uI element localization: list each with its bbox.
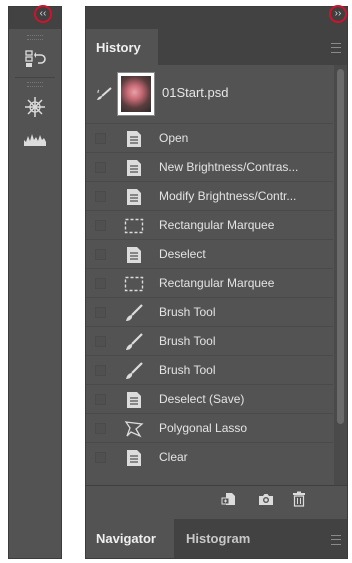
tab-histogram[interactable]: Histogram: [186, 519, 250, 558]
history-state-label: Polygonal Lasso: [159, 421, 248, 435]
document-icon: [124, 187, 144, 207]
history-brush-source-checkbox[interactable]: [95, 133, 106, 144]
rose-image: [121, 76, 151, 112]
history-brush-source-checkbox[interactable]: [95, 162, 106, 173]
history-state-label: Brush Tool: [159, 305, 216, 319]
panel-menu-icon[interactable]: [331, 43, 341, 53]
history-state-row[interactable]: Open: [86, 123, 333, 152]
snapshot-row[interactable]: 01Start.psd: [86, 65, 333, 123]
tab-history-label: History: [96, 39, 141, 55]
brush-icon: [124, 332, 144, 352]
lasso-icon: [124, 419, 144, 439]
history-state-label: Rectangular Marquee: [159, 276, 275, 290]
history-brush-source-checkbox[interactable]: [95, 394, 106, 405]
history-brush-source-checkbox[interactable]: [95, 452, 106, 463]
history-brush-source-checkbox[interactable]: [95, 249, 106, 260]
snapshot-thumbnail[interactable]: [117, 72, 155, 116]
panel-bottom-toolbar: [86, 485, 347, 512]
history-state-label: Rectangular Marquee: [159, 218, 275, 232]
history-state-label: Deselect (Save): [159, 392, 245, 406]
collapse-glyph: ‹‹: [39, 8, 47, 19]
history-brush-source-checkbox[interactable]: [95, 307, 106, 318]
history-brush-source-checkbox[interactable]: [95, 220, 106, 231]
tab-navigator[interactable]: Navigator: [86, 519, 174, 558]
history-state-row[interactable]: Brush Tool: [86, 355, 333, 384]
history-state-row[interactable]: Rectangular Marquee: [86, 268, 333, 297]
snapshot-label: 01Start.psd: [162, 85, 229, 100]
new-document-from-state-icon[interactable]: [221, 491, 237, 507]
dock-grip[interactable]: [27, 82, 43, 87]
history-state-row[interactable]: Deselect (Save): [86, 384, 333, 413]
history-state-row[interactable]: New Brightness/Contras...: [86, 152, 333, 181]
document-icon: [124, 129, 144, 149]
history-state-row[interactable]: Brush Tool: [86, 326, 333, 355]
expand-panels-icon[interactable]: ››: [329, 5, 347, 23]
histogram-icon[interactable]: [9, 125, 61, 153]
tab-navigator-label: Navigator: [96, 531, 156, 546]
history-brush-source-checkbox[interactable]: [95, 336, 106, 347]
scrollbar-thumb[interactable]: [337, 69, 344, 424]
marquee-icon: [124, 216, 144, 236]
dock-grip[interactable]: [27, 35, 43, 40]
document-icon: [124, 158, 144, 178]
history-state-label: Clear: [159, 450, 188, 464]
history-state-row[interactable]: Rectangular Marquee: [86, 210, 333, 239]
history-state-label: Open: [159, 131, 189, 145]
history-state-label: New Brightness/Contras...: [159, 160, 299, 174]
history-state-label: Brush Tool: [159, 363, 216, 377]
history-brush-source-checkbox[interactable]: [95, 365, 106, 376]
expand-glyph: ››: [334, 8, 342, 19]
history-state-row[interactable]: Polygonal Lasso: [86, 413, 333, 442]
tab-histogram-label: Histogram: [186, 531, 251, 546]
collapsed-panel-dock: [8, 6, 62, 559]
history-panel-icon[interactable]: [9, 45, 61, 73]
brush-icon: [124, 303, 144, 323]
history-state-row[interactable]: Modify Brightness/Contr...: [86, 181, 333, 210]
history-state-row[interactable]: Deselect: [86, 239, 333, 268]
tab-history[interactable]: History: [86, 29, 158, 65]
history-state-row[interactable]: Clear: [86, 442, 333, 471]
document-icon: [124, 245, 144, 265]
camera-icon[interactable]: [258, 491, 274, 507]
collapse-panels-icon[interactable]: ‹‹: [34, 5, 52, 23]
history-brush-source-checkbox[interactable]: [95, 278, 106, 289]
panel-tab-bar: History: [86, 29, 347, 65]
lower-panel-menu-icon[interactable]: [331, 535, 341, 545]
brush-settings-icon[interactable]: [9, 93, 61, 121]
history-state-label: Brush Tool: [159, 334, 216, 348]
history-panel: History 01Start.psd Open New Brightness/C…: [85, 6, 348, 559]
history-state-label: Modify Brightness/Contr...: [159, 189, 297, 203]
panel-title-bar: [86, 7, 347, 29]
history-state-row[interactable]: Brush Tool: [86, 297, 333, 326]
dock-separator: [15, 77, 55, 78]
brush-icon: [124, 361, 144, 381]
history-brush-source-checkbox[interactable]: [95, 423, 106, 434]
lower-tab-bar: Navigator Histogram: [86, 519, 347, 558]
history-state-label: Deselect: [159, 247, 206, 261]
scrollbar[interactable]: [334, 65, 347, 489]
document-icon: [124, 448, 144, 468]
history-brush-source-checkbox[interactable]: [95, 191, 106, 202]
history-state-list: Open New Brightness/Contras... Modify Brig…: [86, 123, 333, 471]
trash-icon[interactable]: [291, 491, 307, 507]
history-brush-icon[interactable]: [96, 87, 112, 106]
marquee-icon: [124, 274, 144, 294]
document-icon: [124, 390, 144, 410]
